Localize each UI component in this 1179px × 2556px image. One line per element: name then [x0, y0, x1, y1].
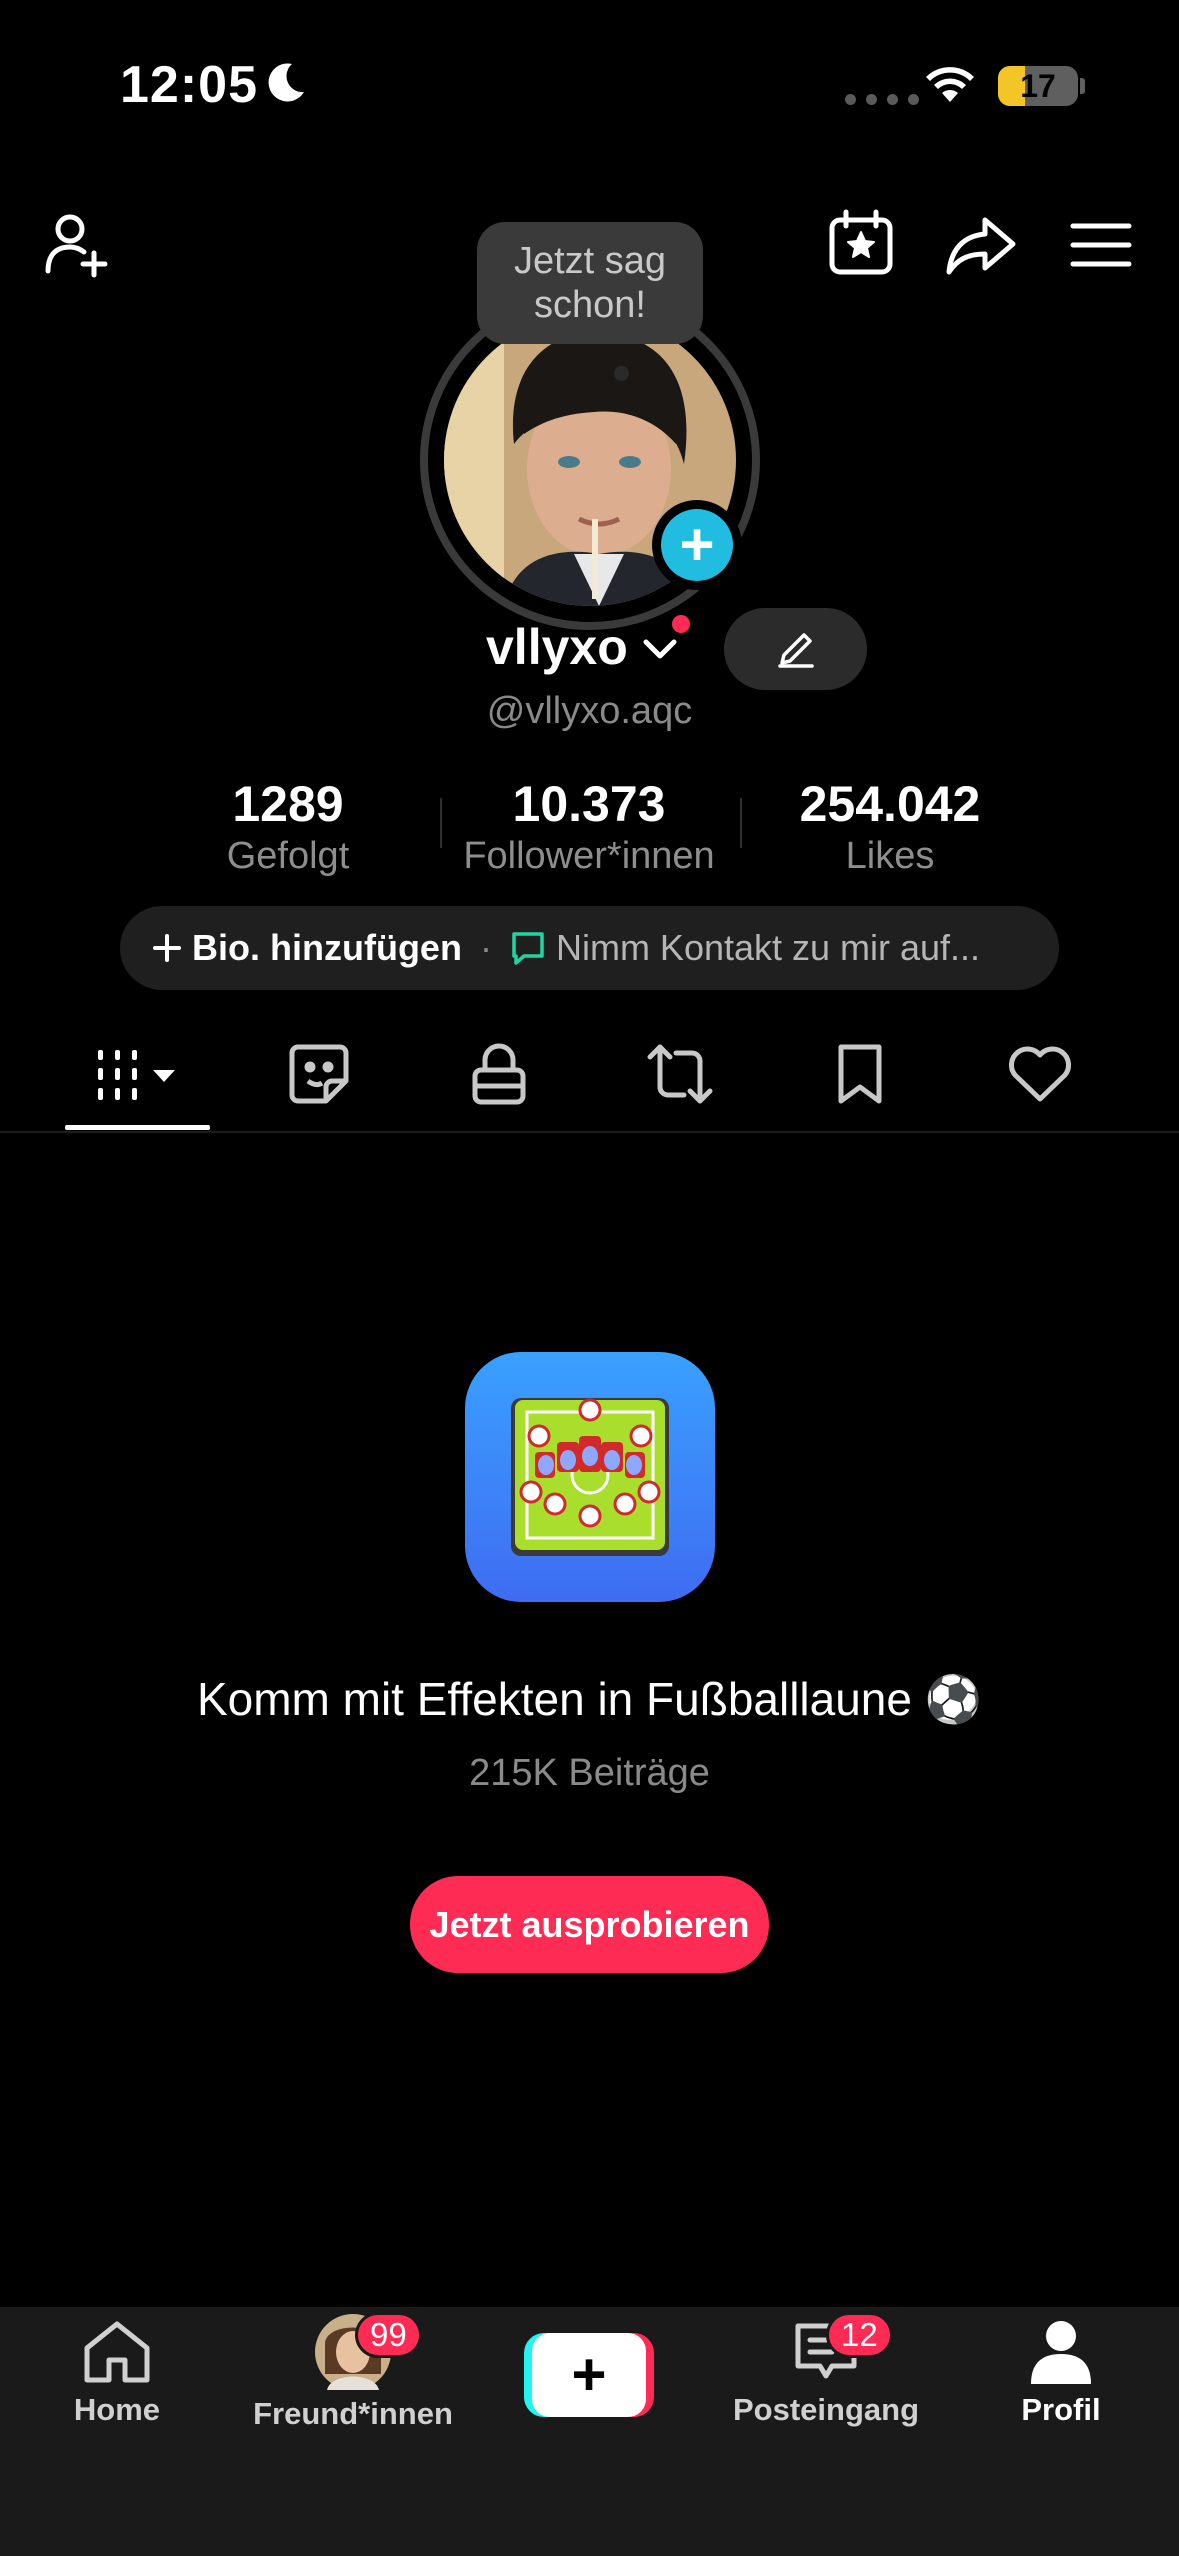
- nav-home[interactable]: Home: [7, 2318, 227, 2428]
- plus-icon: [153, 934, 181, 962]
- stat-following[interactable]: 1289 Gefolgt: [138, 775, 438, 878]
- menu-button[interactable]: [1060, 205, 1142, 285]
- nav-inbox-label: Posteingang: [732, 2392, 919, 2427]
- moon-icon: [268, 63, 304, 102]
- try-now-button[interactable]: Jetzt ausprobieren: [410, 1876, 769, 1973]
- calendar-star-icon: [829, 209, 893, 275]
- user-handle: @vllyxo.aqc: [486, 690, 693, 732]
- contact-link[interactable]: Nimm Kontakt zu mir auf...: [510, 927, 980, 969]
- tab-videos[interactable]: [48, 1028, 228, 1120]
- pencil-icon: [777, 633, 814, 668]
- promo-post-count: 215K Beiträge: [469, 1752, 710, 1794]
- share-profile-button[interactable]: [940, 205, 1022, 285]
- cellular-signal-icon: [845, 94, 919, 105]
- home-icon: [84, 2321, 150, 2383]
- add-bio-label: Bio. hinzufügen: [192, 927, 462, 968]
- battery-tip: [1080, 78, 1085, 94]
- nav-profile-label: Profil: [1021, 2392, 1101, 2427]
- stat-likes[interactable]: 254.042 Likes: [740, 775, 1040, 878]
- nav-profile[interactable]: Profil: [951, 2318, 1171, 2428]
- nav-home-label: Home: [73, 2392, 161, 2427]
- divider: [0, 1131, 1179, 1133]
- username[interactable]: vllyxo: [486, 618, 628, 676]
- add-user-icon: [45, 214, 108, 278]
- football-field-image: [511, 1398, 669, 1556]
- tooltip-bubble[interactable]: Jetzt sag schon!: [477, 222, 703, 344]
- tab-reposts[interactable]: [590, 1028, 770, 1120]
- plus-icon: +: [532, 2333, 646, 2417]
- nav-friends[interactable]: Freund*innen: [243, 2314, 463, 2432]
- chevron-down-icon[interactable]: [642, 638, 678, 662]
- profile-person-icon: [1031, 2321, 1091, 2384]
- wifi-icon: [926, 67, 974, 102]
- repost-icon: [647, 1044, 713, 1104]
- grid-videos-icon: [98, 1050, 175, 1100]
- plus-icon: +: [661, 509, 733, 581]
- stat-label: Likes: [845, 835, 935, 877]
- promo-title: Komm mit Effekten in Fußballlaune ⚽: [196, 1673, 983, 1725]
- stat-label: Follower*innen: [463, 835, 715, 877]
- share-arrow-icon: [946, 217, 1016, 275]
- create-button[interactable]: +: [524, 2333, 654, 2417]
- add-story-button[interactable]: +: [652, 500, 742, 590]
- calendar-button[interactable]: [820, 202, 902, 284]
- bio-bar: Bio. hinzufügen · Nimm Kontakt zu mir au…: [120, 906, 1059, 990]
- battery-icon: 17: [998, 66, 1078, 106]
- stat-value: 1289: [232, 776, 344, 832]
- add-friend-button[interactable]: [38, 205, 118, 285]
- hamburger-menu-icon: [1070, 223, 1132, 267]
- bio-separator: ·: [479, 927, 492, 968]
- lock-icon: [472, 1043, 526, 1105]
- edit-profile-button[interactable]: [724, 608, 867, 690]
- notification-dot: [672, 615, 690, 633]
- active-tab-indicator: [65, 1125, 210, 1130]
- stat-followers[interactable]: 10.373 Follower*innen: [439, 775, 739, 878]
- tab-private[interactable]: [409, 1028, 589, 1120]
- chat-bubble-icon: [512, 932, 544, 965]
- bookmark-icon: [838, 1044, 882, 1104]
- heart-icon: [1009, 1046, 1071, 1102]
- sticker-icon: [289, 1044, 349, 1104]
- contact-label: Nimm Kontakt zu mir auf...: [555, 927, 981, 968]
- tooltip-pointer: [614, 366, 629, 381]
- add-bio-button[interactable]: Bio. hinzufügen: [152, 927, 462, 969]
- stat-value: 254.042: [799, 776, 981, 832]
- nav-friends-label: Freund*innen: [253, 2396, 453, 2431]
- status-time: 12:05: [120, 56, 258, 114]
- friends-badge: 99: [355, 2312, 422, 2358]
- tab-stickers[interactable]: [229, 1028, 409, 1120]
- inbox-badge: 12: [826, 2312, 893, 2358]
- tab-saved[interactable]: [770, 1028, 950, 1120]
- football-effect-icon[interactable]: [465, 1352, 715, 1602]
- tab-liked[interactable]: [950, 1028, 1130, 1120]
- stat-value: 10.373: [512, 776, 666, 832]
- stat-label: Gefolgt: [226, 835, 350, 877]
